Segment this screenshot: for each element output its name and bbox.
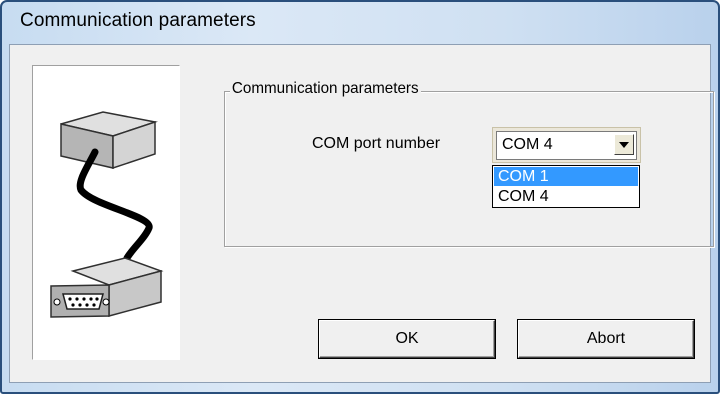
communication-parameters-group [224, 91, 714, 247]
dropdown-option-com4[interactable]: COM 4 [494, 187, 638, 206]
group-legend: Communication parameters [230, 80, 421, 98]
com-port-dropdown-list[interactable]: COM 1 COM 4 [492, 165, 640, 208]
serial-cable-icon [50, 111, 164, 318]
dialog-window: Communication parameters Communication p… [0, 0, 720, 394]
com-port-combobox[interactable]: COM 4 [492, 127, 641, 163]
abort-button[interactable]: Abort [518, 320, 694, 358]
title-bar[interactable]: Communication parameters [2, 2, 718, 42]
serial-cable-image [32, 65, 180, 360]
combo-dropdown-button[interactable] [614, 134, 634, 155]
dialog-client-area: Communication parameters COM port number… [9, 44, 714, 383]
com-port-field[interactable]: COM 4 [496, 131, 637, 160]
ok-button[interactable]: OK [319, 320, 495, 358]
dropdown-option-com1[interactable]: COM 1 [494, 167, 638, 186]
chevron-down-icon [619, 142, 629, 148]
com-port-label: COM port number [312, 135, 441, 152]
window-title: Communication parameters [20, 10, 256, 31]
com-port-value: COM 4 [502, 136, 553, 153]
